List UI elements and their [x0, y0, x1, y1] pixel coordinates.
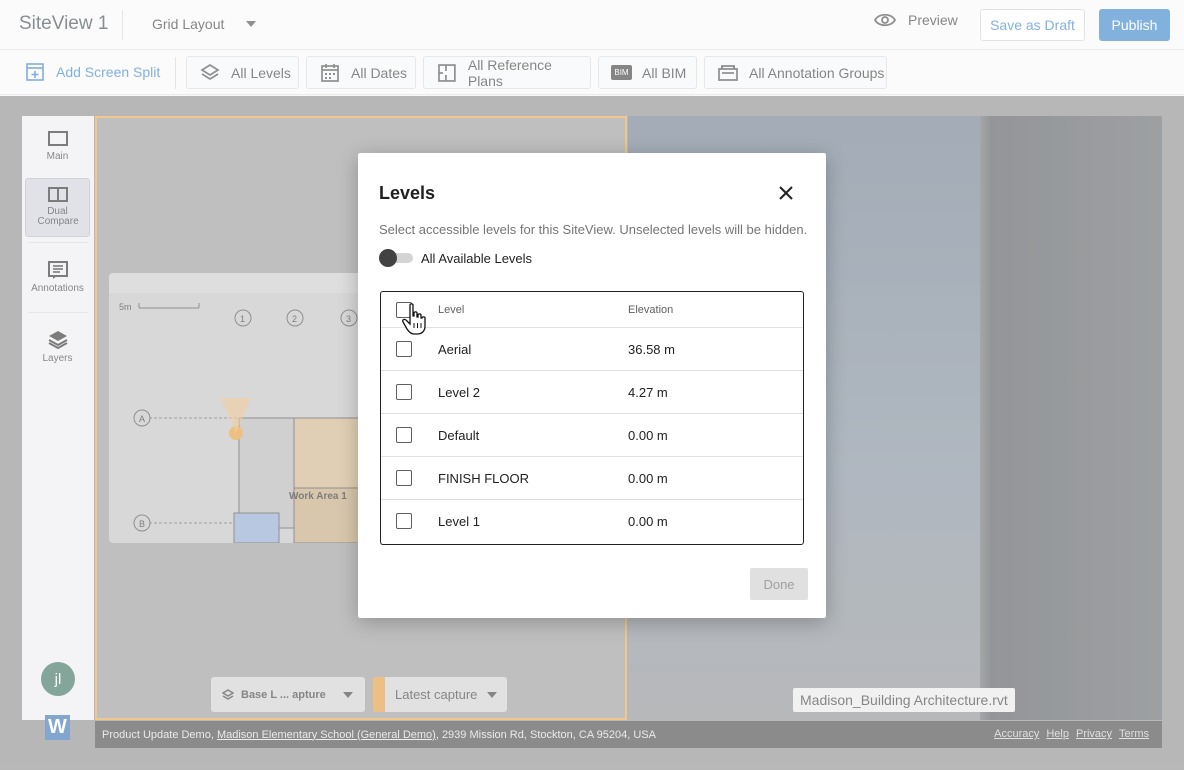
- level-name: Aerial: [438, 342, 472, 357]
- column-header-level: Level: [438, 304, 465, 316]
- row-checkbox[interactable]: [396, 470, 412, 486]
- row-checkbox[interactable]: [396, 513, 412, 529]
- level-elevation: 4.27 m: [628, 385, 668, 400]
- level-elevation: 0.00 m: [628, 471, 668, 486]
- row-checkbox[interactable]: [396, 384, 412, 400]
- close-icon[interactable]: [776, 183, 796, 203]
- dialog-title: Levels: [379, 183, 436, 203]
- all-levels-toggle-row: All Available Levels: [379, 249, 532, 267]
- table-row[interactable]: FINISH FLOOR 0.00 m: [381, 457, 803, 500]
- toggle-knob: [379, 249, 397, 267]
- table-row[interactable]: Level 1 0.00 m: [381, 500, 803, 543]
- table-row[interactable]: Aerial 36.58 m: [381, 328, 803, 371]
- table-header: Level Elevation: [381, 292, 803, 328]
- level-name: Default: [438, 428, 480, 443]
- level-name: Level 1: [438, 514, 480, 529]
- level-elevation: 0.00 m: [628, 514, 668, 529]
- all-levels-toggle[interactable]: [379, 249, 413, 267]
- column-header-elevation: Elevation: [628, 304, 674, 316]
- levels-table: Level Elevation Aerial 36.58 m Level 2 4…: [380, 291, 804, 545]
- done-button[interactable]: Done: [750, 568, 808, 600]
- table-row[interactable]: Default 0.00 m: [381, 414, 803, 457]
- row-checkbox[interactable]: [396, 341, 412, 357]
- level-name: FINISH FLOOR: [438, 471, 530, 486]
- row-checkbox[interactable]: [396, 427, 412, 443]
- levels-dialog: Levels Select accessible levels for this…: [358, 153, 826, 618]
- dialog-description: Select accessible levels for this SiteVi…: [379, 222, 808, 237]
- level-name: Level 2: [438, 385, 480, 400]
- level-elevation: 0.00 m: [628, 428, 668, 443]
- table-row[interactable]: Level 2 4.27 m: [381, 371, 803, 414]
- hand-pointer-icon: [402, 303, 426, 335]
- toggle-label: All Available Levels: [421, 250, 533, 266]
- level-elevation: 36.58 m: [628, 342, 675, 357]
